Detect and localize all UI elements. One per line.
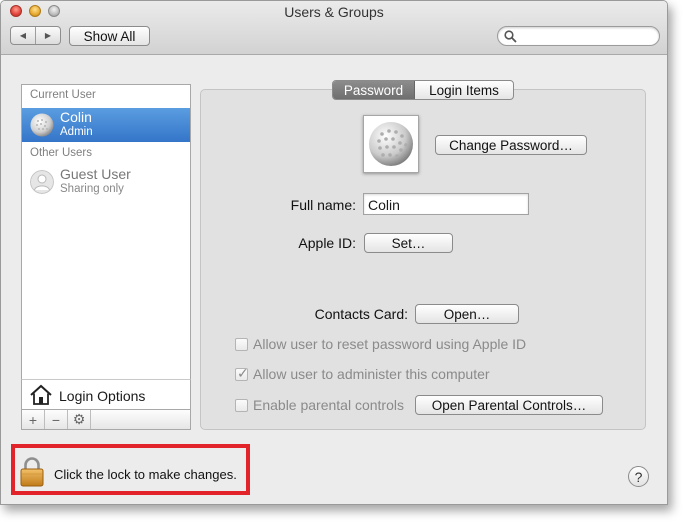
user-row-guest[interactable]: Guest User Sharing only <box>22 165 190 199</box>
parental-controls-option[interactable]: Enable parental controls <box>235 396 404 414</box>
title-bar: Users & Groups ◀ ▶ Show All <box>1 1 667 55</box>
login-options-label: Login Options <box>59 388 146 404</box>
golf-ball-icon <box>369 122 413 166</box>
current-user-header: Current User <box>30 89 96 101</box>
user-role: Admin <box>60 126 93 138</box>
lock-highlight: Click the lock to make changes. <box>11 444 250 495</box>
user-name: Guest User <box>60 166 131 182</box>
reset-password-option[interactable]: Allow user to reset password using Apple… <box>235 335 526 353</box>
full-name-field[interactable]: Colin <box>363 193 529 215</box>
guest-user-icon <box>30 170 54 194</box>
lock-icon[interactable] <box>19 456 45 487</box>
house-icon <box>30 384 52 405</box>
gear-icon[interactable]: ⚙ <box>68 410 91 429</box>
remove-user-button[interactable]: − <box>45 410 68 429</box>
search-input[interactable] <box>497 26 660 46</box>
user-list-toolbar: + − ⚙ <box>21 409 191 430</box>
forward-arrow-icon[interactable]: ▶ <box>35 27 60 44</box>
show-all-button[interactable]: Show All <box>69 26 150 46</box>
set-apple-id-button[interactable]: Set… <box>364 233 453 253</box>
change-password-button[interactable]: Change Password… <box>435 135 587 155</box>
tab-password[interactable]: Password <box>333 81 415 99</box>
administer-computer-checkbox[interactable]: ✓ <box>235 364 249 381</box>
golf-ball-avatar-icon <box>30 113 54 137</box>
reset-password-checkbox[interactable] <box>235 337 248 351</box>
reset-password-label: Allow user to reset password using Apple… <box>253 336 527 352</box>
add-user-button[interactable]: + <box>22 410 45 429</box>
apple-id-label: Apple ID: <box>298 235 356 251</box>
preferences-window: Users & Groups ◀ ▶ Show All Current User <box>0 0 668 505</box>
user-row-colin[interactable]: Colin Admin <box>22 108 190 142</box>
back-forward-control: ◀ ▶ <box>10 26 61 45</box>
open-parental-controls-button[interactable]: Open Parental Controls… <box>415 395 603 415</box>
lock-message: Click the lock to make changes. <box>54 467 237 482</box>
user-name: Colin <box>60 109 92 125</box>
search-icon <box>504 30 517 43</box>
parental-controls-label: Enable parental controls <box>253 397 404 413</box>
checkmark-icon: ✓ <box>237 364 249 381</box>
user-list: Current User Colin Admin Other Users Gue… <box>21 84 191 380</box>
user-role: Sharing only <box>60 183 124 195</box>
back-arrow-icon[interactable]: ◀ <box>11 27 35 44</box>
user-picture[interactable] <box>363 115 419 173</box>
administer-computer-label: Allow user to administer this computer <box>253 366 490 382</box>
help-button[interactable]: ? <box>628 466 649 487</box>
administer-computer-option[interactable]: ✓ Allow user to administer this computer <box>235 365 490 383</box>
full-name-label: Full name: <box>290 197 356 213</box>
tab-login-items[interactable]: Login Items <box>415 81 513 99</box>
parental-controls-checkbox[interactable] <box>235 398 248 412</box>
open-contacts-card-button[interactable]: Open… <box>415 304 519 324</box>
tab-bar: Password Login Items <box>332 80 514 100</box>
window-title: Users & Groups <box>284 4 384 20</box>
contacts-card-label: Contacts Card: <box>314 306 408 322</box>
login-options-item[interactable]: Login Options <box>21 379 191 410</box>
other-users-header: Other Users <box>30 147 92 159</box>
